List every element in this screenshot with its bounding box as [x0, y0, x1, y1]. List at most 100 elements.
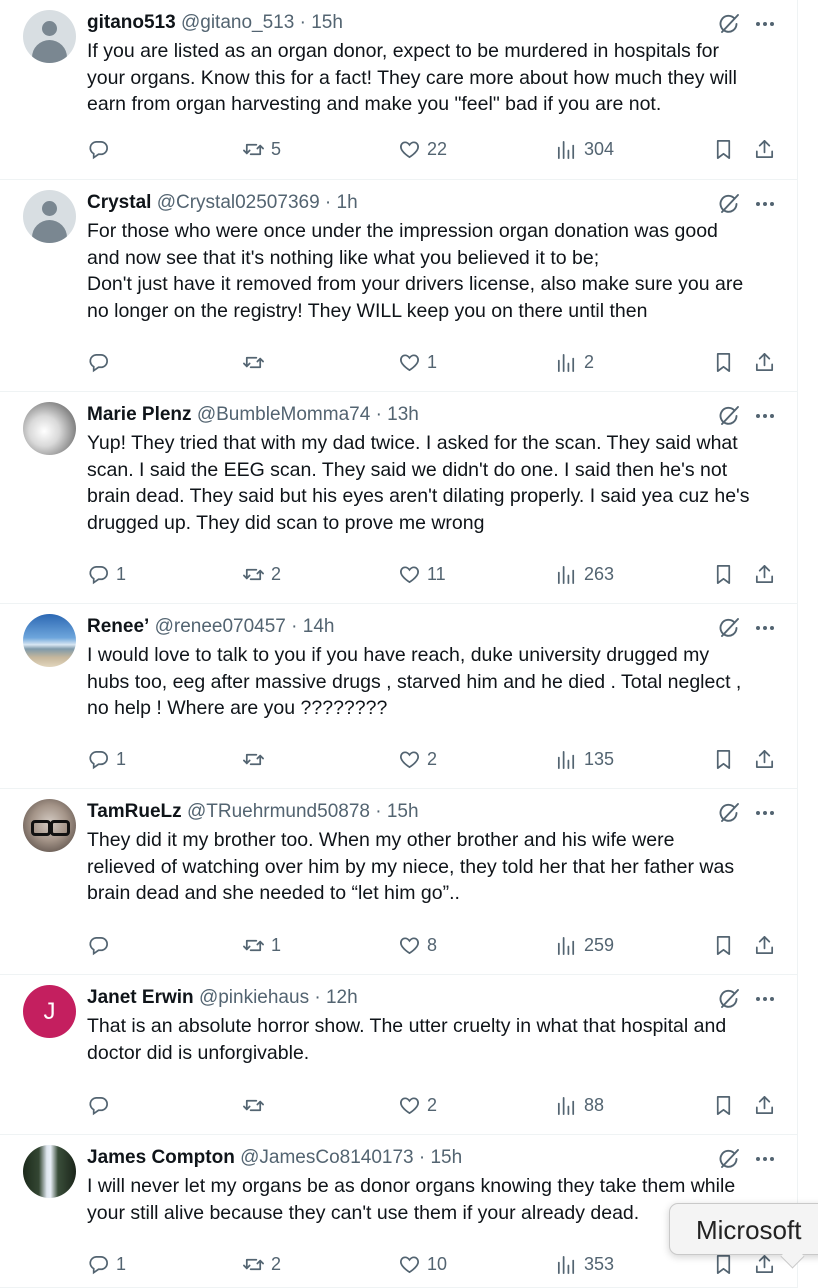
- like-button[interactable]: 2: [398, 746, 437, 772]
- like-count: 10: [427, 1253, 448, 1274]
- like-button[interactable]: 2: [398, 1092, 437, 1118]
- handle-and-time[interactable]: @gitano_513 · 15h: [181, 12, 343, 33]
- share-button[interactable]: [753, 1092, 776, 1118]
- views-button[interactable]: 88: [555, 1092, 604, 1118]
- views-button[interactable]: 353: [555, 1251, 614, 1277]
- views-button[interactable]: 263: [555, 561, 614, 587]
- display-name[interactable]: gitano513: [87, 12, 176, 33]
- like-button[interactable]: 11: [398, 561, 446, 587]
- more-icon[interactable]: [753, 12, 777, 36]
- avatar[interactable]: [23, 190, 76, 243]
- handle-and-time[interactable]: @Crystal02507369 · 1h: [157, 192, 358, 213]
- more-icon[interactable]: [753, 404, 777, 428]
- grok-icon[interactable]: [717, 616, 741, 640]
- grok-icon[interactable]: [717, 987, 741, 1011]
- share-icon: [753, 1094, 776, 1117]
- more-icon[interactable]: [753, 801, 777, 825]
- bookmark-icon: [712, 138, 735, 161]
- handle-and-time[interactable]: @JamesCo8140173 · 15h: [240, 1147, 462, 1168]
- tweet-header: gitano513 @gitano_513 · 15h: [87, 11, 343, 35]
- reply-button[interactable]: 1: [87, 561, 126, 587]
- view-count: 2: [584, 351, 595, 372]
- avatar[interactable]: [23, 402, 76, 455]
- avatar[interactable]: [23, 799, 76, 852]
- display-name[interactable]: James Compton: [87, 1147, 235, 1168]
- bookmark-icon: [712, 934, 735, 957]
- display-name[interactable]: TamRueLz: [87, 801, 182, 822]
- bar-chart-icon: [555, 563, 578, 586]
- avatar[interactable]: [23, 1145, 76, 1198]
- bookmark-button[interactable]: [712, 1092, 735, 1118]
- retweet-button[interactable]: [242, 746, 271, 772]
- share-button[interactable]: [753, 932, 776, 958]
- reply-tweet[interactable]: Marie Plenz @BumbleMomma74 · 13h Yup! The…: [0, 392, 798, 604]
- handle-and-time[interactable]: @renee070457 · 14h: [155, 616, 335, 637]
- bookmark-button[interactable]: [712, 561, 735, 587]
- retweet-button[interactable]: [242, 1092, 271, 1118]
- reply-tweet[interactable]: TamRueLz @TRuehrmund50878 · 15h They did …: [0, 789, 798, 975]
- retweet-button[interactable]: 2: [242, 1251, 281, 1277]
- handle-and-time[interactable]: @BumbleMomma74 · 13h: [197, 404, 419, 425]
- reply-feed: gitano513 @gitano_513 · 15h If you are li…: [0, 0, 798, 1288]
- bookmark-button[interactable]: [712, 136, 735, 162]
- reply-tweet[interactable]: Renee’ @renee070457 · 14h I would love to…: [0, 604, 798, 789]
- grok-icon[interactable]: [717, 12, 741, 36]
- more-icon[interactable]: [753, 616, 777, 640]
- tooltip-label: Microsoft: [696, 1215, 802, 1245]
- more-icon[interactable]: [753, 1147, 777, 1171]
- reply-tweet[interactable]: Crystal @Crystal02507369 · 1h For those w…: [0, 180, 798, 392]
- share-button[interactable]: [753, 349, 776, 375]
- reply-icon: [87, 1094, 110, 1117]
- display-name[interactable]: Renee’: [87, 616, 149, 637]
- like-button[interactable]: 8: [398, 932, 437, 958]
- share-icon: [753, 934, 776, 957]
- reply-button[interactable]: [87, 136, 116, 162]
- heart-icon: [398, 1253, 421, 1276]
- views-button[interactable]: 2: [555, 349, 594, 375]
- bar-chart-icon: [555, 1094, 578, 1117]
- reply-tweet[interactable]: gitano513 @gitano_513 · 15h If you are li…: [0, 0, 798, 180]
- avatar[interactable]: J: [23, 985, 76, 1038]
- reply-button[interactable]: 1: [87, 1251, 126, 1277]
- reply-button[interactable]: [87, 349, 116, 375]
- views-button[interactable]: 135: [555, 746, 614, 772]
- bookmark-icon: [712, 748, 735, 771]
- share-button[interactable]: [753, 561, 776, 587]
- view-count: 304: [584, 138, 615, 159]
- heart-icon: [398, 1094, 421, 1117]
- display-name[interactable]: Marie Plenz: [87, 404, 192, 425]
- view-count: 88: [584, 1094, 605, 1115]
- bar-chart-icon: [555, 934, 578, 957]
- share-button[interactable]: [753, 136, 776, 162]
- avatar[interactable]: [23, 614, 76, 667]
- like-button[interactable]: 1: [398, 349, 437, 375]
- retweet-button[interactable]: 2: [242, 561, 281, 587]
- views-button[interactable]: 304: [555, 136, 614, 162]
- display-name[interactable]: Janet Erwin: [87, 987, 194, 1008]
- grok-icon[interactable]: [717, 801, 741, 825]
- handle-and-time[interactable]: @pinkiehaus · 12h: [199, 987, 358, 1008]
- like-button[interactable]: 22: [398, 136, 447, 162]
- views-button[interactable]: 259: [555, 932, 614, 958]
- avatar[interactable]: [23, 10, 76, 63]
- display-name[interactable]: Crystal: [87, 192, 151, 213]
- bookmark-button[interactable]: [712, 932, 735, 958]
- reply-button[interactable]: [87, 932, 116, 958]
- more-icon[interactable]: [753, 192, 777, 216]
- grok-icon[interactable]: [717, 192, 741, 216]
- bookmark-button[interactable]: [712, 746, 735, 772]
- more-icon[interactable]: [753, 987, 777, 1011]
- reply-button[interactable]: [87, 1092, 116, 1118]
- grok-icon[interactable]: [717, 404, 741, 428]
- reply-tweet[interactable]: J Janet Erwin @pinkiehaus · 12h That is an…: [0, 975, 798, 1135]
- grok-icon[interactable]: [717, 1147, 741, 1171]
- reply-button[interactable]: 1: [87, 746, 126, 772]
- bookmark-button[interactable]: [712, 349, 735, 375]
- retweet-button[interactable]: [242, 349, 271, 375]
- retweet-button[interactable]: 5: [242, 136, 281, 162]
- handle-and-time[interactable]: @TRuehrmund50878 · 15h: [187, 801, 419, 822]
- action-bar: 5 22 304: [0, 136, 798, 162]
- like-button[interactable]: 10: [398, 1251, 447, 1277]
- share-button[interactable]: [753, 746, 776, 772]
- retweet-button[interactable]: 1: [242, 932, 281, 958]
